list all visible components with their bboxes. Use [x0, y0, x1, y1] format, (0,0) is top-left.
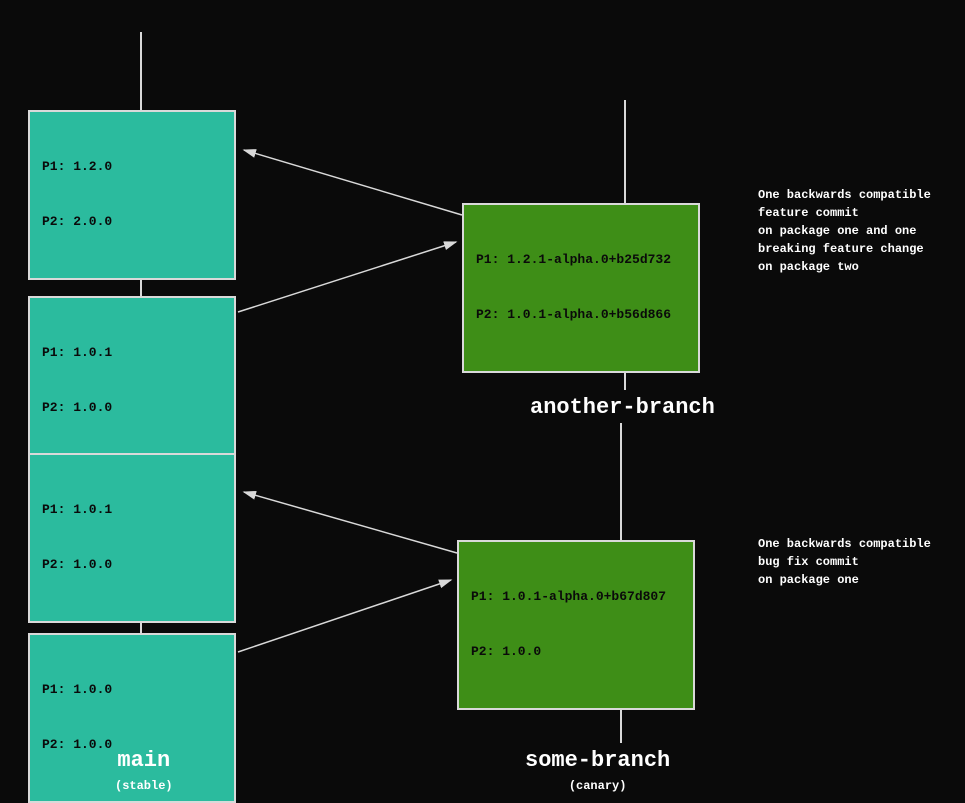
another-branch-annotation: One backwards compatible feature commit … [758, 186, 931, 276]
pkg-line: P1: 1.0.0 [42, 681, 222, 699]
pkg-line: P2: 1.0.0 [471, 643, 681, 661]
branch-title: some-branch [525, 748, 670, 773]
pkg-line: P2: 1.0.0 [42, 556, 222, 574]
branch-title: main [115, 748, 173, 773]
pkg-line: P2: 1.0.0 [42, 399, 222, 417]
arrow-branch-some [238, 580, 451, 652]
some-branch-annotation: One backwards compatible bug fix commit … [758, 535, 931, 589]
pkg-line: P1: 1.2.0 [42, 158, 222, 176]
pkg-line: P1: 1.2.1-alpha.0+b25d732 [476, 251, 686, 269]
branch-sublabel: (canary) [525, 779, 670, 793]
pkg-line: P2: 1.0.1-alpha.0+b56d866 [476, 306, 686, 324]
main-commit-node-0: P1: 1.2.0 P2: 2.0.0 [28, 110, 236, 280]
another-branch-commit-node: P1: 1.2.1-alpha.0+b25d732 P2: 1.0.1-alph… [462, 203, 700, 373]
another-branch-label: another-branch [530, 395, 715, 420]
main-commit-node-2: P1: 1.0.1 P2: 1.0.0 [28, 453, 236, 623]
pkg-line: P2: 2.0.0 [42, 213, 222, 231]
main-branch-label: main (stable) [115, 748, 173, 793]
some-branch-commit-node: P1: 1.0.1-alpha.0+b67d807 P2: 1.0.0 [457, 540, 695, 710]
pkg-line: P1: 1.0.1 [42, 501, 222, 519]
main-commit-node-1: P1: 1.0.1 P2: 1.0.0 [28, 296, 236, 466]
branch-sublabel: (stable) [115, 779, 173, 793]
diagram-canvas: P1: 1.2.0 P2: 2.0.0 P1: 1.0.1 P2: 1.0.0 … [0, 0, 965, 800]
arrow-merge-some-top [244, 492, 457, 553]
some-branch-label: some-branch (canary) [525, 748, 670, 793]
pkg-line: P1: 1.0.1 [42, 344, 222, 362]
pkg-line: P1: 1.0.1-alpha.0+b67d807 [471, 588, 681, 606]
arrow-branch-another [238, 242, 456, 312]
arrow-merge-another-top [244, 150, 462, 215]
branch-title: another-branch [530, 395, 715, 420]
